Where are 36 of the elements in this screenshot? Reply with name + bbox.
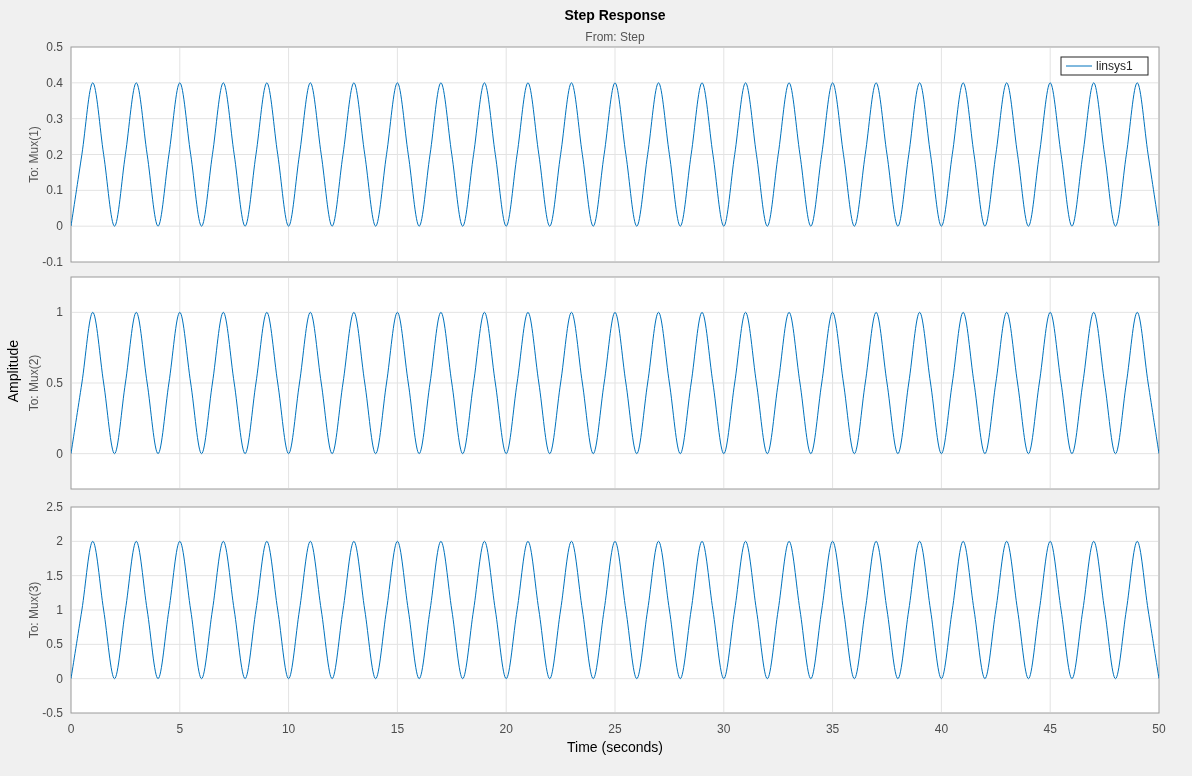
legend-label: linsys1 bbox=[1096, 59, 1133, 73]
x-tick-label: 5 bbox=[176, 722, 184, 736]
y-tick-label: 0.1 bbox=[46, 183, 63, 198]
y-tick-label: 1 bbox=[56, 603, 63, 617]
x-tick-label: 25 bbox=[608, 722, 622, 736]
x-tick-label: 50 bbox=[1152, 722, 1166, 736]
y-tick-label: 0.5 bbox=[46, 376, 63, 390]
plot-subtitle: From: Step bbox=[585, 30, 645, 44]
x-tick-label: 30 bbox=[717, 722, 731, 736]
y-tick-label: 0.5 bbox=[46, 40, 63, 54]
x-tick-label: 45 bbox=[1043, 722, 1057, 736]
y-tick-label: 2.5 bbox=[46, 500, 63, 514]
y-tick-label: 0.3 bbox=[46, 111, 63, 126]
x-tick-label: 35 bbox=[825, 722, 840, 736]
y-tick-label: 0.4 bbox=[46, 75, 63, 90]
y-axis-title: Amplitude bbox=[5, 339, 21, 403]
plot-title: Step Response bbox=[564, 7, 666, 23]
y-tick-label: -0.1 bbox=[42, 255, 63, 269]
y-tick-label: 0 bbox=[56, 446, 63, 461]
y-tick-label: 1 bbox=[56, 305, 63, 320]
y-tick-label: 1.5 bbox=[46, 568, 63, 583]
x-tick-label: 20 bbox=[499, 722, 513, 736]
y-tick-label: -0.5 bbox=[42, 706, 63, 720]
y-tick-label: 0.2 bbox=[46, 147, 63, 162]
y-tick-label: 0 bbox=[56, 671, 63, 686]
x-tick-label: 15 bbox=[390, 722, 405, 736]
x-tick-label: 0 bbox=[67, 722, 75, 736]
y-tick-label: 0.5 bbox=[46, 637, 63, 652]
y-tick-label: 0 bbox=[56, 219, 63, 234]
y-axis-label: To: Mux(1) bbox=[27, 126, 41, 183]
x-tick-label: 40 bbox=[934, 722, 949, 736]
y-axis-label: To: Mux(2) bbox=[27, 354, 41, 412]
x-tick-label: 10 bbox=[281, 722, 296, 736]
y-axis-label: To: Mux(3) bbox=[27, 581, 41, 639]
y-tick-label: 2 bbox=[56, 534, 63, 549]
x-axis-title: Time (seconds) bbox=[567, 739, 663, 755]
